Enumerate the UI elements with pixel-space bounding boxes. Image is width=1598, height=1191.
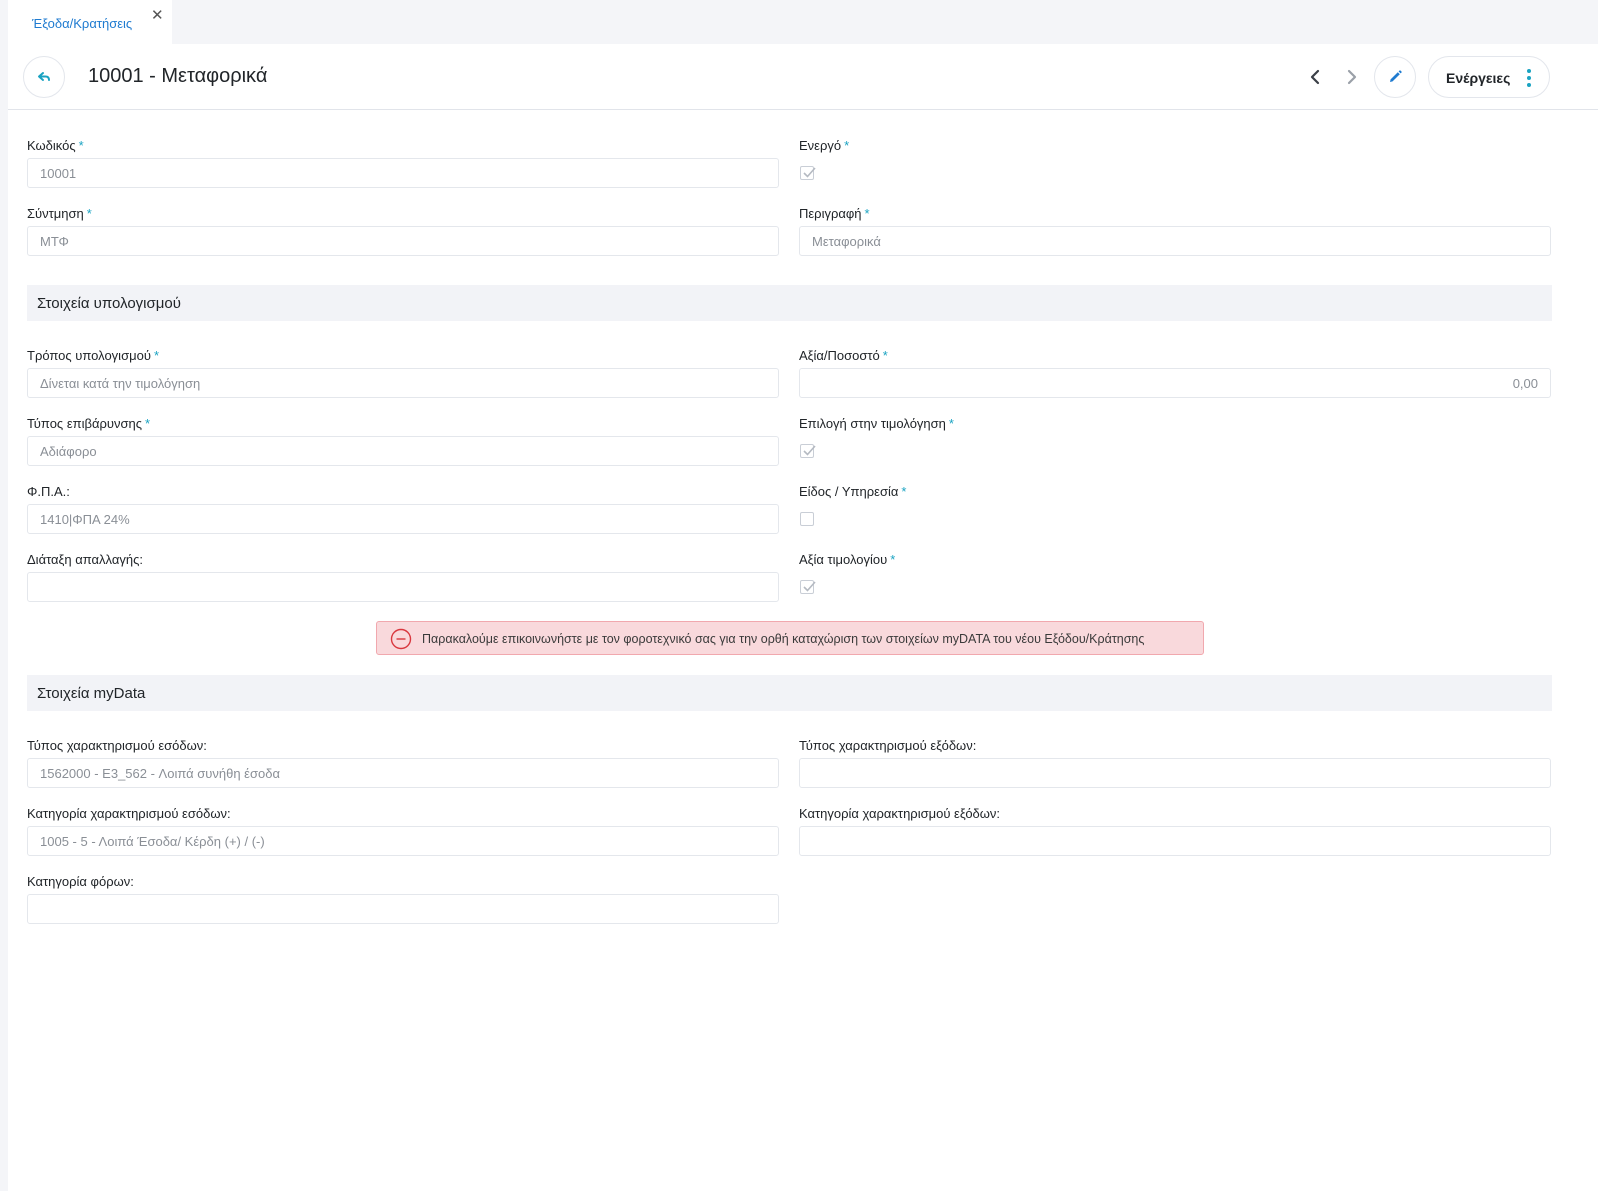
minus-circle-icon: [390, 628, 412, 650]
income-char-type-label: Τύπος χαρακτηρισμού εσόδων:: [27, 738, 207, 753]
back-button[interactable]: [23, 56, 65, 98]
page-title: 10001 - Μεταφορικά: [88, 65, 268, 87]
invoice-selection-label: Επιλογή στην τιμολόγηση *: [799, 416, 954, 431]
back-icon: [38, 72, 50, 81]
actions-menu-button[interactable]: Ενέργειες: [1428, 56, 1550, 98]
tab-expenses-deductions[interactable]: Έξοδα/Κρατήσεις ✕: [8, 0, 172, 44]
tab-label[interactable]: Έξοδα/Κρατήσεις: [32, 16, 132, 31]
tax-category-field[interactable]: [27, 894, 779, 924]
expense-char-type-label: Τύπος χαρακτηρισμού εξόδων:: [799, 738, 977, 753]
description-label: Περιγραφή *: [799, 206, 870, 221]
expense-char-category-field[interactable]: [799, 826, 1551, 856]
income-char-category-label: Κατηγορία χαρακτηρισμού εσόδων:: [27, 806, 231, 821]
abbreviation-label: Σύντμηση *: [27, 206, 92, 221]
invoice-selection-checkbox[interactable]: [800, 444, 816, 458]
code-label: Κωδικός *: [27, 138, 84, 153]
calculation-section-header: Στοιχεία υπολογισμού: [27, 285, 1552, 321]
value-percent-label: Αξία/Ποσοστό *: [799, 348, 888, 363]
invoice-value-checkbox[interactable]: [800, 580, 816, 594]
tab-bar: Έξοδα/Κρατήσεις ✕: [8, 0, 1598, 44]
checkmark-icon: [803, 581, 816, 592]
more-vertical-icon: [1527, 69, 1531, 87]
checkmark-icon: [803, 167, 816, 178]
calc-method-label: Τρόπος υπολογισμού *: [27, 348, 159, 363]
charge-type-label: Τύπος επιβάρυνσης *: [27, 416, 151, 431]
code-field[interactable]: 10001: [27, 158, 779, 188]
item-service-label: Είδος / Υπηρεσία *: [799, 484, 907, 499]
mydata-warning-alert: Παρακαλούμε επικοινωνήστε με τον φοροτεχ…: [376, 621, 1204, 655]
alert-text: Παρακαλούμε επικοινωνήστε με τον φοροτεχ…: [422, 632, 1145, 646]
section-title: Στοιχεία υπολογισμού: [37, 295, 181, 312]
previous-record-button[interactable]: [1302, 64, 1328, 90]
vat-label: Φ.Π.Α.:: [27, 484, 70, 499]
checkmark-icon: [803, 445, 816, 456]
page-header: 10001 - Μεταφορικά Ενέργειες: [8, 44, 1598, 110]
description-field[interactable]: Μεταφορικά: [799, 226, 1551, 256]
income-char-category-field[interactable]: 1005 - 5 - Λοιπά Έσοδα/ Κέρδη (+) / (-): [27, 826, 779, 856]
charge-type-field[interactable]: Αδιάφορο: [27, 436, 779, 466]
value-percent-field[interactable]: 0,00: [799, 368, 1551, 398]
active-checkbox[interactable]: [800, 166, 816, 180]
calc-method-field[interactable]: Δίνεται κατά την τιμολόγηση: [27, 368, 779, 398]
chevron-right-icon: [1347, 69, 1357, 85]
close-icon[interactable]: ✕: [151, 8, 164, 23]
active-label: Ενεργό *: [799, 138, 850, 153]
item-service-checkbox[interactable]: [800, 512, 814, 526]
actions-label: Ενέργειες: [1446, 70, 1511, 86]
tax-category-label: Κατηγορία φόρων:: [27, 874, 134, 889]
section-title: Στοιχεία myData: [37, 685, 146, 702]
abbreviation-field[interactable]: ΜΤΦ: [27, 226, 779, 256]
exemption-field[interactable]: [27, 572, 779, 602]
expense-char-type-field[interactable]: [799, 758, 1551, 788]
income-char-type-field[interactable]: 1562000 - E3_562 - Λοιπά συνήθη έσοδα: [27, 758, 779, 788]
expense-char-category-label: Κατηγορία χαρακτηρισμού εξόδων:: [799, 806, 1001, 821]
page: Έξοδα/Κρατήσεις ✕ 10001 - Μεταφορικά Ενέ…: [8, 0, 1598, 1191]
chevron-left-icon: [1310, 69, 1320, 85]
exemption-label: Διάταξη απαλλαγής:: [27, 552, 143, 567]
vat-field[interactable]: 1410|ΦΠΑ 24%: [27, 504, 779, 534]
pencil-icon: [1390, 70, 1402, 82]
invoice-value-label: Αξία τιμολογίου *: [799, 552, 896, 567]
mydata-section-header: Στοιχεία myData: [27, 675, 1552, 711]
edit-button[interactable]: [1374, 56, 1416, 98]
next-record-button[interactable]: [1339, 64, 1365, 90]
